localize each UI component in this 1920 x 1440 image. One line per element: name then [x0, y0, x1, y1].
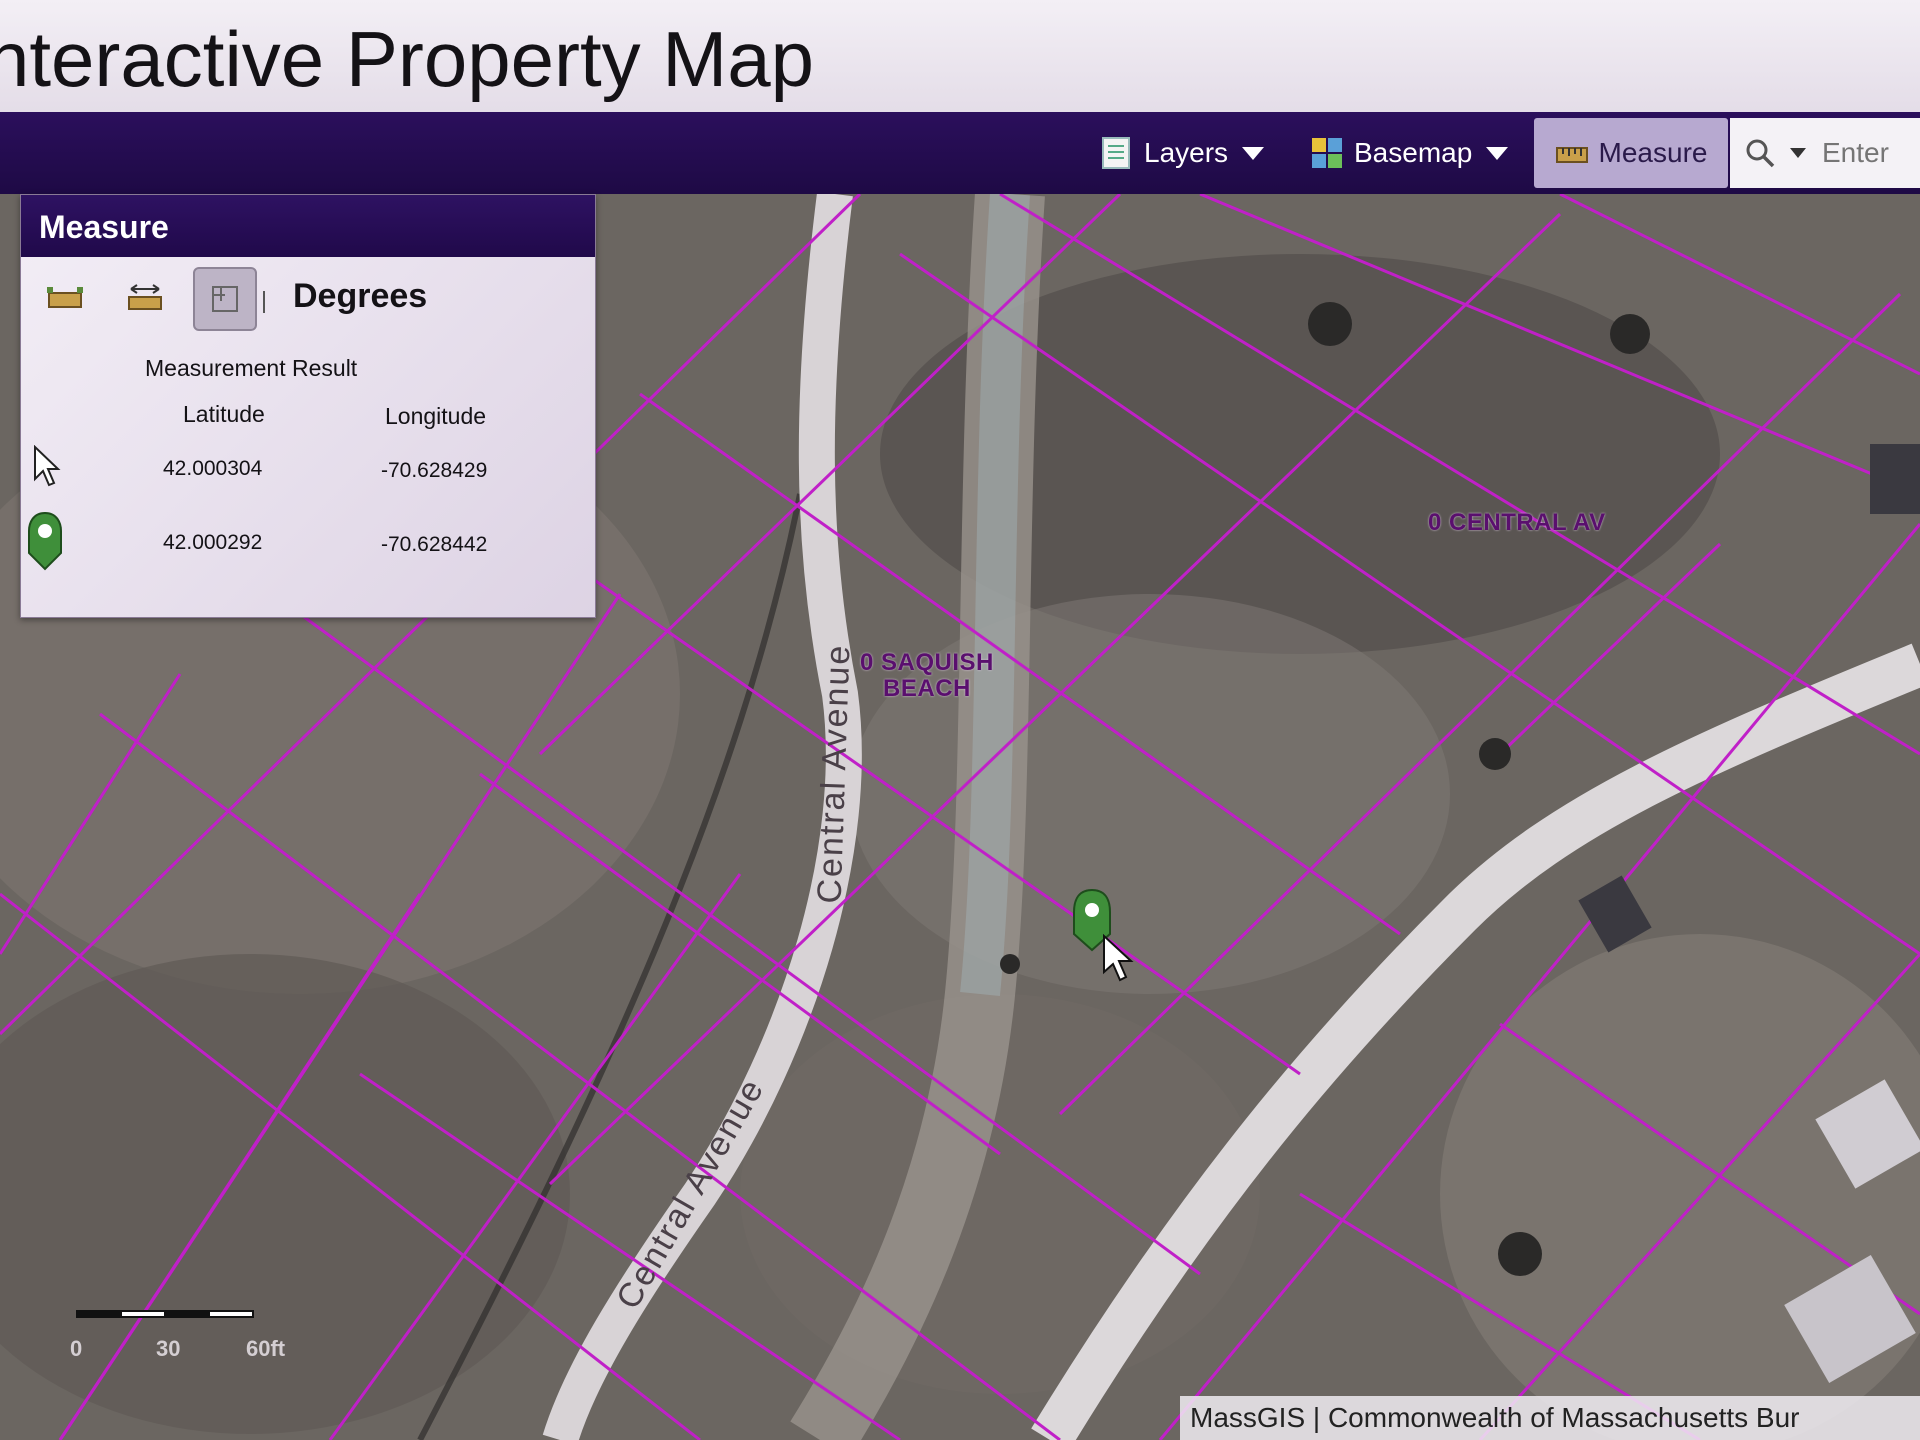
- scale-label: 60ft: [246, 1336, 286, 1361]
- row-cursor-latitude: 42.000304: [163, 457, 263, 480]
- row-marker-latitude: 42.000292: [163, 531, 263, 554]
- units-separator: [263, 291, 265, 313]
- cursor-icon: [34, 445, 61, 487]
- scale-label: 0: [70, 1336, 83, 1361]
- distance-tool-button[interactable]: [113, 267, 177, 331]
- scale-segment: [76, 1310, 122, 1318]
- measure-panel: Measure Degrees Measurement Result Latit…: [20, 194, 596, 618]
- map-attribution: MassGIS | Commonwealth of Massachusetts …: [1180, 1396, 1920, 1440]
- measure-panel-title: Measure: [21, 195, 595, 257]
- search-icon[interactable]: [1744, 137, 1776, 169]
- title-bar: nteractive Property Map: [0, 0, 1920, 112]
- chevron-down-icon: [1486, 146, 1509, 160]
- scale-segment: [208, 1310, 254, 1318]
- area-tool-icon: [47, 287, 83, 308]
- latitude-header: Latitude: [183, 401, 265, 427]
- distance-tool-icon: [128, 284, 162, 310]
- basemap-button[interactable]: Basemap: [1310, 122, 1509, 184]
- parcel-label-line: BEACH: [883, 675, 971, 702]
- area-tool-button[interactable]: [33, 267, 97, 331]
- measure-button[interactable]: Measure: [1534, 118, 1728, 188]
- parcel-label-central-av: 0 CENTRAL AV: [1428, 510, 1606, 536]
- layers-button[interactable]: Layers: [1100, 122, 1265, 184]
- chevron-down-icon: [1242, 146, 1265, 160]
- units-selector[interactable]: Degrees: [293, 277, 427, 316]
- measure-label: Measure: [1598, 137, 1708, 168]
- search-box: [1730, 118, 1920, 188]
- row-marker-longitude: -70.628442: [381, 533, 488, 556]
- main-toolbar: Layers Basemap Measure: [0, 112, 1920, 194]
- longitude-header: Longitude: [385, 403, 487, 429]
- location-tool-button[interactable]: [193, 267, 257, 331]
- basemap-label: Basemap: [1354, 137, 1473, 168]
- measure-tool-row: Degrees: [21, 261, 595, 337]
- parcel-label-saquish-beach: 0 SAQUISH BEACH: [860, 650, 994, 702]
- row-cursor-longitude: -70.628429: [381, 459, 488, 482]
- layers-label: Layers: [1144, 137, 1229, 168]
- page-title: nteractive Property Map: [0, 15, 815, 103]
- measure-ruler-icon: [1555, 147, 1588, 163]
- measurement-result-title: Measurement Result: [145, 355, 358, 381]
- search-scope-dropdown-icon[interactable]: [1790, 148, 1806, 158]
- scale-label: 30: [156, 1336, 181, 1361]
- scale-segment: [164, 1310, 210, 1318]
- location-tool-icon: [212, 286, 238, 312]
- scale-segment: [120, 1310, 166, 1318]
- layers-icon: [1102, 137, 1130, 169]
- green-marker-icon: [28, 511, 62, 571]
- parcel-label-line: 0 CENTRAL AV: [1428, 509, 1606, 536]
- basemap-grid-icon: [1312, 138, 1342, 168]
- search-input[interactable]: [1820, 136, 1904, 170]
- parcel-label-line: 0 SAQUISH: [860, 649, 994, 676]
